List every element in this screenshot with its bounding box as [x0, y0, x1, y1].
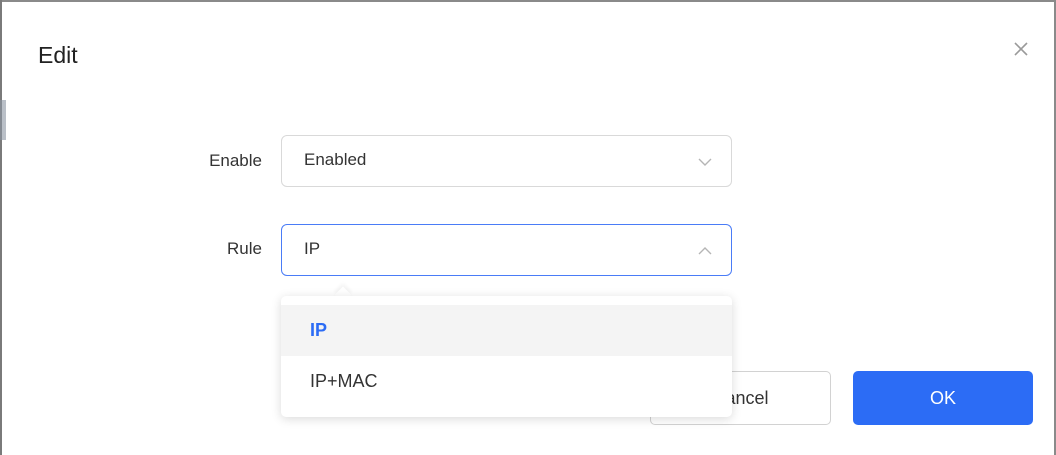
background-page-edge	[0, 100, 6, 140]
ok-button[interactable]: OK	[853, 371, 1033, 425]
enable-select-value: Enabled	[304, 150, 367, 169]
dialog-border-left	[0, 0, 2, 455]
close-icon[interactable]	[1010, 38, 1032, 60]
enable-select[interactable]: Enabled	[281, 135, 732, 187]
dialog-border-top	[0, 0, 1056, 2]
rule-select-value: IP	[304, 239, 321, 258]
rule-select[interactable]: IP	[281, 224, 732, 276]
rule-option-ip-mac[interactable]: IP+MAC	[281, 356, 732, 407]
edit-dialog: Edit Enable Enabled Rule IP Cancel OK IP…	[0, 0, 1056, 455]
dialog-title: Edit	[38, 42, 78, 68]
chevron-up-icon	[698, 247, 712, 255]
rule-label: Rule	[227, 239, 262, 258]
chevron-down-icon	[698, 158, 712, 166]
rule-option-ip[interactable]: IP	[281, 305, 732, 356]
enable-label: Enable	[209, 151, 262, 170]
